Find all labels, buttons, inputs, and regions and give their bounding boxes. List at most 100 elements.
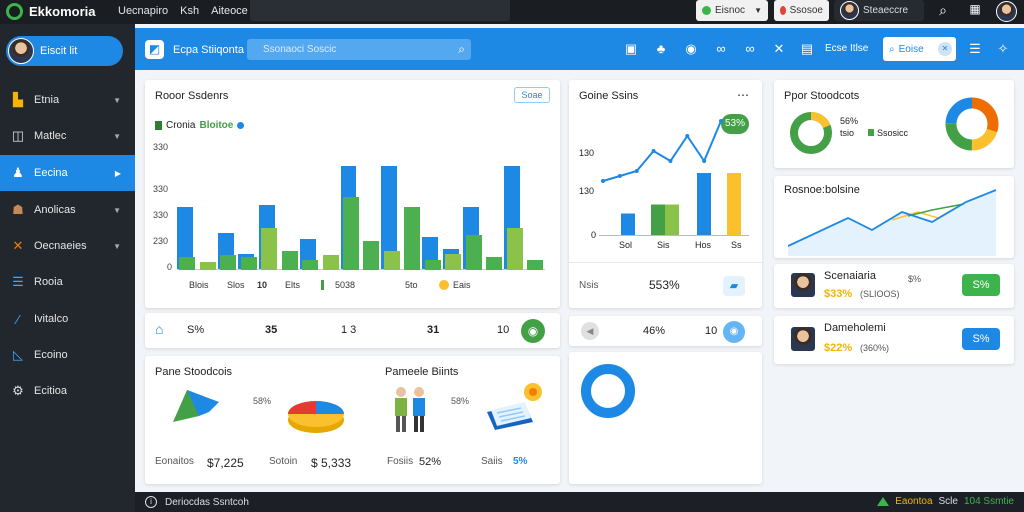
brand-logo[interactable]: Ekkomoria: [6, 3, 95, 20]
top-nav-item[interactable]: Uecnapiro: [118, 5, 168, 17]
top-nav-item[interactable]: Ksh: [180, 5, 199, 17]
x-tick-label: Sis: [657, 240, 670, 250]
menu-icon[interactable]: ☰: [967, 41, 983, 57]
settings-icon: ⚙: [12, 383, 24, 398]
filter-button[interactable]: ⌕ Eoise ✕: [883, 37, 956, 61]
sync-icon[interactable]: ✧: [995, 41, 1011, 57]
bar-secondary: [404, 207, 421, 270]
link-icon[interactable]: ∞: [713, 41, 729, 56]
y-tick-label: 0: [167, 262, 173, 272]
sidebar-item-label: Ivitalco: [34, 313, 69, 325]
bottom-info-text: Deriocdas Ssntcoh: [165, 496, 249, 508]
y-tick-label: 130: [579, 186, 595, 196]
sidebar-item-4[interactable]: ☗ Anolicas ▼: [0, 192, 135, 228]
footer-stat-label: Eonaitos: [155, 456, 194, 467]
mini-line-point: [617, 174, 622, 178]
person-card[interactable]: Dameholemi $22% (360%) S%: [774, 316, 1014, 364]
card-title: Pameele Biints: [385, 366, 459, 378]
user-pill[interactable]: Steaeccre: [834, 0, 924, 21]
top-nav-item[interactable]: Aiteoce: [211, 5, 248, 17]
sidebar-item-1[interactable]: ▙ Etnia ▼: [0, 82, 135, 118]
search-icon[interactable]: ⌕: [458, 39, 465, 60]
person-badge[interactable]: S%: [962, 328, 1000, 350]
mini-line-series: [602, 120, 722, 182]
person-badge[interactable]: S%: [962, 274, 1000, 296]
status-text: Eaontoa: [895, 496, 933, 507]
app-logo-icon[interactable]: ◩: [145, 40, 164, 59]
home-icon[interactable]: ⌂: [155, 321, 163, 337]
close-icon[interactable]: ✕: [938, 42, 952, 56]
brand-name: Ekkomoria: [29, 4, 96, 19]
status-text: Scle: [938, 496, 958, 507]
bar-secondary: [445, 254, 462, 270]
people-icon[interactable]: ♣: [653, 41, 669, 56]
profile-pill[interactable]: Eiscit lit: [6, 36, 123, 66]
person-sub: (360%): [860, 343, 890, 353]
bar-secondary: [220, 255, 237, 270]
status-pill[interactable]: Eisnoc ▼: [696, 0, 768, 21]
trend-area-chart: [788, 189, 997, 256]
divider: [569, 262, 762, 263]
person-value: $22%: [824, 342, 853, 354]
top-search-field[interactable]: [250, 0, 510, 21]
window-icon[interactable]: ▣: [623, 41, 639, 57]
summary-value: Eais: [453, 280, 471, 290]
list-icon: ☰: [12, 274, 24, 289]
sidebar-item-3[interactable]: ♟ Eecina ▶: [0, 155, 135, 191]
back-button[interactable]: ◀: [581, 322, 599, 340]
cart-icon[interactable]: ▰: [723, 276, 745, 296]
period-select[interactable]: Soae: [514, 87, 550, 103]
ring-card: [569, 352, 762, 484]
chevron-down-icon: ▼: [754, 6, 762, 15]
legend-swatch: [868, 129, 874, 136]
sidebar-item-6[interactable]: ☰ Rooia: [0, 264, 135, 300]
bag-icon: ▙: [13, 92, 23, 107]
calendar-icon[interactable]: ▤: [799, 41, 815, 57]
sidebar-item-2[interactable]: ◫ Matlec ▼: [0, 118, 135, 154]
card-title: Pane Stoodcois: [155, 366, 233, 378]
mini-line-point: [719, 119, 723, 123]
summary-value: 5to: [405, 280, 418, 290]
close-icon[interactable]: ✕: [771, 41, 787, 57]
alert-pill-label: Ssosoe: [789, 5, 823, 16]
person-card[interactable]: Scenaiaria $33% (SLIOOS) $% S%: [774, 264, 1014, 308]
person-percent-label: $%: [908, 274, 922, 284]
chart-icon: ◺: [13, 347, 23, 362]
globe-icon[interactable]: ◉: [683, 41, 699, 57]
info-icon[interactable]: i: [145, 496, 157, 508]
bar-secondary: [281, 251, 298, 270]
person-value: $33%: [824, 288, 853, 300]
tag-icon: ⁄: [16, 311, 20, 327]
bar-secondary: [506, 228, 523, 270]
more-icon[interactable]: ⋯: [737, 88, 749, 102]
bar-secondary: [465, 234, 482, 270]
legend-label: Bloitoe: [199, 120, 234, 131]
stat-value: 1 3: [341, 324, 357, 336]
search-icon[interactable]: ⌕: [934, 2, 952, 19]
percent-label: 58%: [451, 396, 470, 406]
chat-icon[interactable]: ∞: [742, 41, 758, 56]
progress-strip: ◀ 46% 10 ◉: [569, 316, 762, 346]
sidebar-item-8[interactable]: ◺ Ecoino: [0, 337, 135, 373]
summary-value: 5038: [335, 280, 356, 290]
card-title: Ppor Stoodcots: [784, 90, 860, 102]
progress-value: 10: [705, 325, 718, 337]
avatar[interactable]: [996, 1, 1017, 22]
forward-button[interactable]: ◉: [723, 321, 745, 343]
sidebar-item-label: Ecoino: [34, 349, 68, 361]
alert-pill[interactable]: Ssosoe: [774, 0, 829, 21]
sidebar-item-7[interactable]: ⁄ Ivitalco: [0, 301, 135, 337]
sidebar-item-label: Eecina: [34, 167, 68, 179]
bar-secondary: [363, 240, 380, 270]
trend-card: Rosnoe:bolsine: [774, 176, 1014, 258]
sidebar-item-9[interactable]: ⚙ Ecitioa: [0, 373, 135, 409]
person-name: Dameholemi: [824, 322, 886, 334]
status-pill-label: Eisnoc: [715, 5, 746, 16]
sidebar-item-label: Etnia: [34, 94, 60, 106]
x-tick-label: Ss: [731, 240, 742, 250]
refresh-button[interactable]: ◉: [521, 319, 545, 343]
footer-label: Nsis: [579, 280, 599, 291]
grid-icon[interactable]: ▦: [966, 2, 984, 16]
search-input[interactable]: Ssonaoci Soscic ⌕: [247, 39, 471, 60]
sidebar-item-5[interactable]: ✕ Oecnaeies ▼: [0, 228, 135, 264]
